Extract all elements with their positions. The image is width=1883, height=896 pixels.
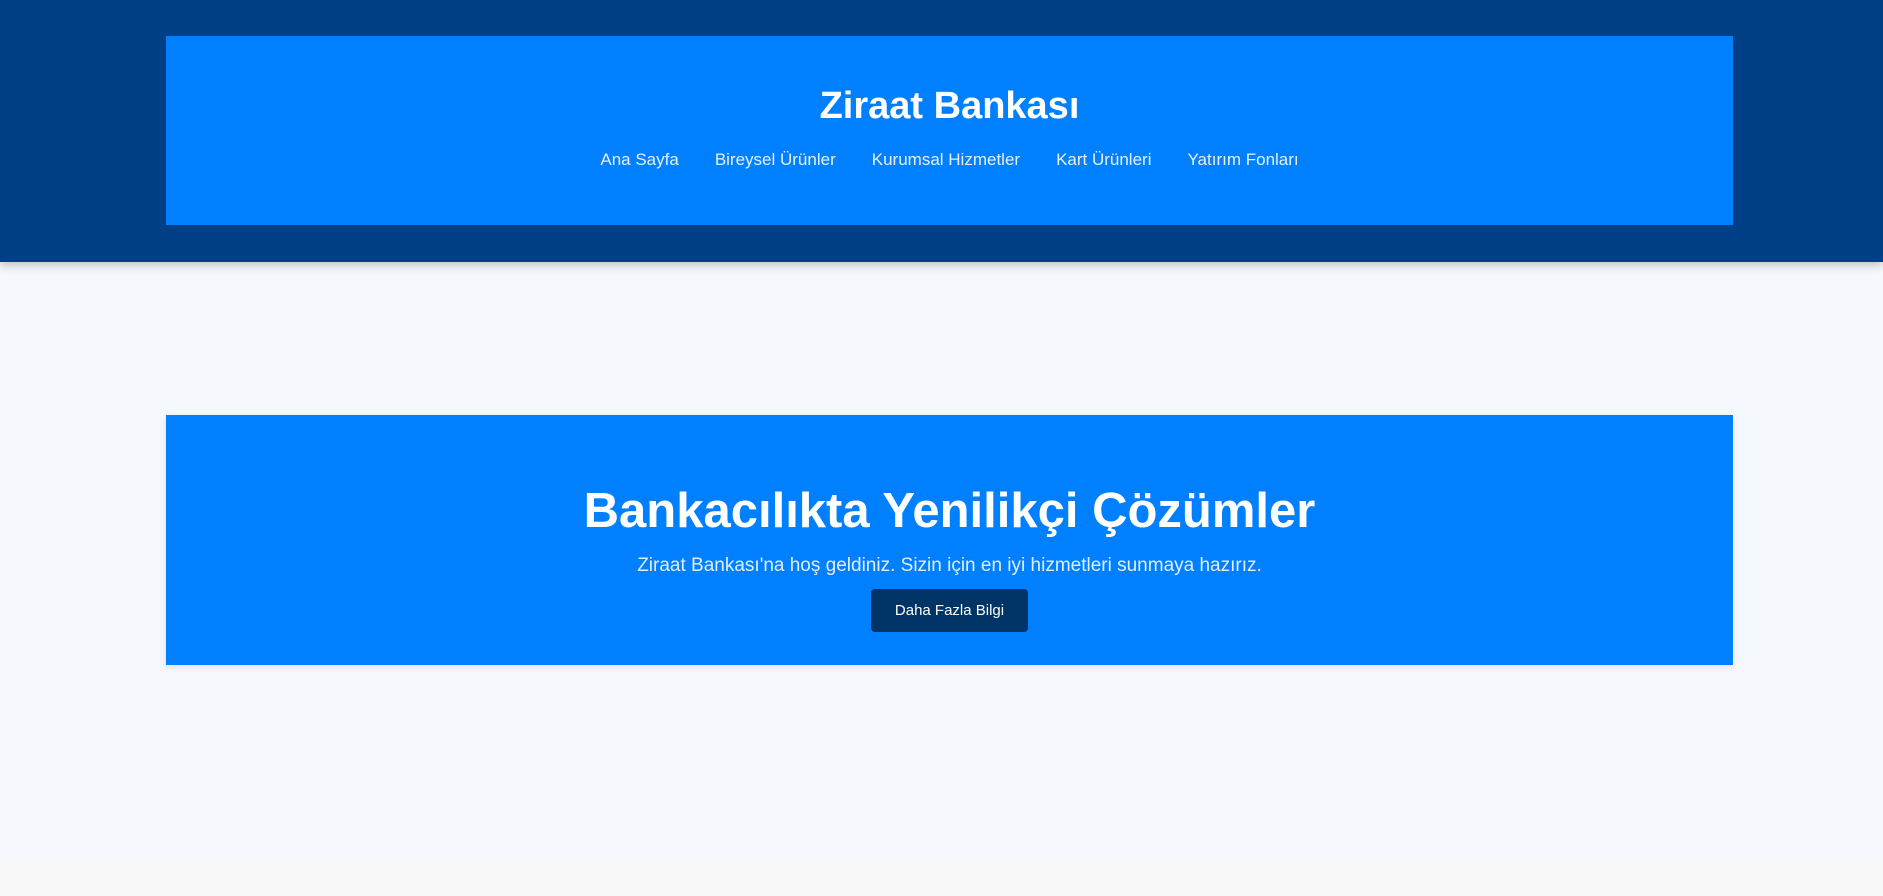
nav-link-home[interactable]: Ana Sayfa [600,150,678,170]
nav-link-corporate[interactable]: Kurumsal Hizmetler [872,150,1020,170]
site-header: Ziraat Bankası Ana Sayfa Bireysel Ürünle… [0,0,1883,262]
nav-link-personal[interactable]: Bireysel Ürünler [715,150,836,170]
learn-more-button[interactable]: Daha Fazla Bilgi [870,589,1029,632]
nav-link-funds[interactable]: Yatırım Fonları [1187,150,1298,170]
page-footer [0,858,1883,896]
main-nav: Ana Sayfa Bireysel Ürünler Kurumsal Hizm… [166,150,1733,170]
hero-section: Bankacılıkta Yenilikçi Çözümler Ziraat B… [166,415,1733,665]
hero-subtitle: Ziraat Bankası'na hoş geldiniz. Sizin iç… [637,555,1262,576]
nav-link-cards[interactable]: Kart Ürünleri [1056,150,1151,170]
site-title: Ziraat Bankası [819,85,1080,127]
header-banner: Ziraat Bankası Ana Sayfa Bireysel Ürünle… [166,36,1733,225]
hero-title: Bankacılıkta Yenilikçi Çözümler [583,484,1316,538]
